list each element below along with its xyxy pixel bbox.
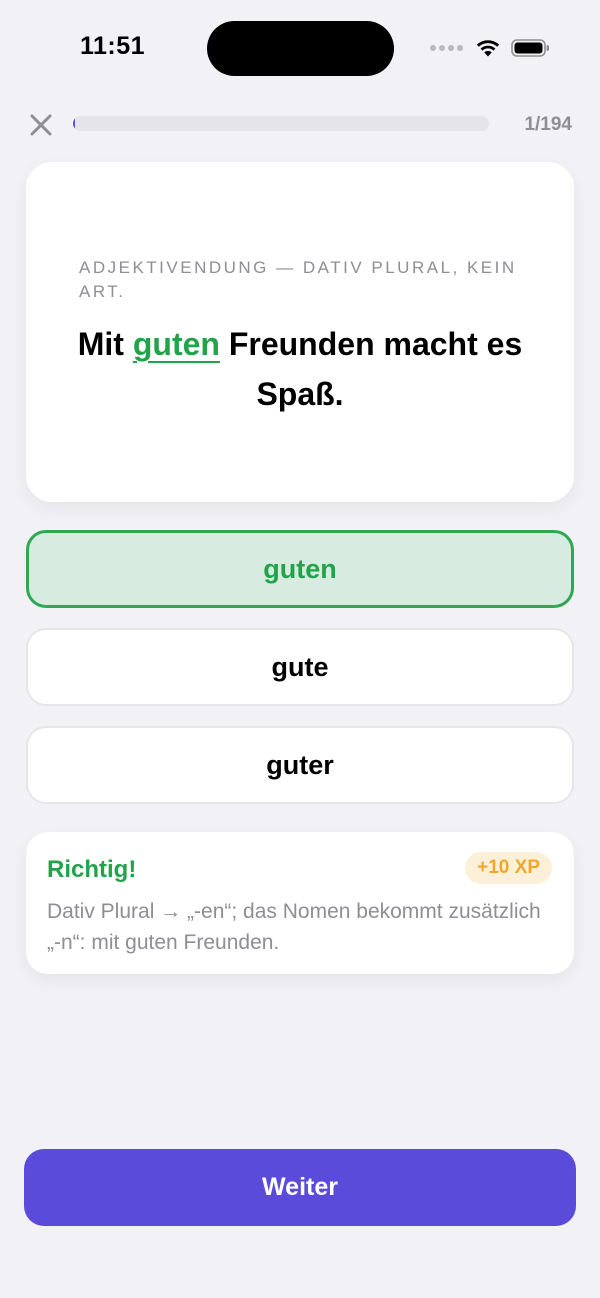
option-button[interactable]: gute	[26, 628, 574, 706]
continue-button[interactable]: Weiter	[24, 1149, 576, 1226]
xp-badge: +10 XP	[465, 852, 552, 884]
progress-fill	[73, 116, 76, 131]
status-time: 11:51	[80, 32, 146, 60]
progress-bar	[73, 116, 489, 131]
sentence-after: Freunden macht es Spaß.	[219, 326, 523, 412]
question-category: ADJEKTIVENDUNG — DATIV PLURAL, KEIN ART.	[79, 258, 517, 301]
question-card: ADJEKTIVENDUNG — DATIV PLURAL, KEIN ART.…	[26, 162, 574, 502]
battery-icon	[511, 39, 549, 57]
wifi-icon	[476, 40, 500, 57]
status-icons	[430, 36, 551, 60]
option-button-correct[interactable]: guten	[26, 530, 574, 608]
feedback-title: Richtig!	[47, 856, 137, 883]
feedback-card: Richtig! +10 XP Dativ Plural → „-en“; da…	[26, 832, 574, 974]
feedback-explanation: Dativ Plural → „-en“; das Nomen bekommt …	[47, 900, 541, 954]
answer-word: guten	[132, 326, 220, 362]
dynamic-island	[207, 21, 394, 76]
sentence-before: Mit	[77, 326, 133, 362]
cellular-signal-icon	[430, 45, 463, 51]
question-sentence: Mit guten Freunden macht es Spaß.	[66, 319, 534, 419]
option-button[interactable]: guter	[26, 726, 574, 804]
close-icon	[30, 114, 52, 136]
close-button[interactable]	[26, 110, 56, 140]
progress-count: 1/194	[524, 114, 572, 135]
